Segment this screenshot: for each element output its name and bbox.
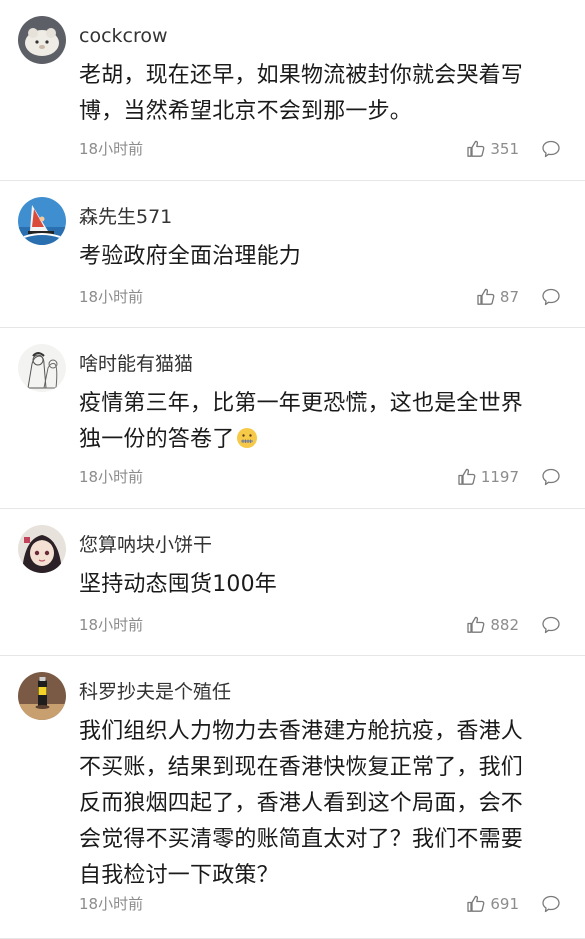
comment-actions: 87 (476, 287, 561, 307)
comment-actions: 691 (466, 894, 561, 914)
comment-item: 森先生571 考验政府全面治理能力 18小时前 87 (0, 181, 585, 328)
comment-text-line: 自我检讨一下政策？ (79, 863, 279, 888)
comment-text: 老胡，现在还早，如果物流被封你就会哭着写 博，当然希望北京不会到那一步。 (79, 58, 565, 130)
avatar[interactable] (18, 344, 66, 392)
username[interactable]: 啥时能有猫猫 (79, 352, 193, 376)
comment-item: 啥时能有猫猫 疫情第三年，比第一年更恐慌，这也是全世界 独一份的答卷了 18小时… (0, 328, 585, 509)
comment-actions: 351 (466, 139, 561, 159)
thumbs-up-icon[interactable] (476, 287, 496, 307)
timestamp: 18小时前 (79, 140, 144, 158)
thumbs-up-icon[interactable] (466, 894, 486, 914)
thumbs-up-icon[interactable] (457, 467, 477, 487)
comment-actions: 882 (466, 615, 561, 635)
comment-text-line: 老胡，现在还早，如果物流被封你就会哭着写 (79, 63, 524, 88)
timestamp: 18小时前 (79, 895, 144, 913)
comment-bubble-icon[interactable] (541, 467, 561, 487)
comment-text: 考验政府全面治理能力 (79, 239, 565, 275)
like-count: 351 (490, 140, 519, 158)
username[interactable]: 科罗抄夫是个殖任 (79, 680, 231, 704)
thumbs-up-icon[interactable] (466, 139, 486, 159)
avatar[interactable] (18, 525, 66, 573)
comment-text-line: 考验政府全面治理能力 (79, 244, 302, 269)
comment-text-line: 博，当然希望北京不会到那一步。 (79, 99, 413, 124)
comment-item: 您算呐块小饼干 坚持动态囤货100年 18小时前 882 (0, 509, 585, 656)
like-count: 882 (490, 616, 519, 634)
username[interactable]: 森先生571 (79, 205, 172, 229)
comment-text: 疫情第三年，比第一年更恐慌，这也是全世界 独一份的答卷了 (79, 386, 565, 458)
comment-bubble-icon[interactable] (541, 894, 561, 914)
timestamp: 18小时前 (79, 616, 144, 634)
comment-text-line: 疫情第三年，比第一年更恐慌，这也是全世界 (79, 391, 524, 416)
comment-text-line: 不买账，结果到现在香港快恢复正常了，我们 (79, 755, 524, 780)
like-count: 691 (490, 895, 519, 913)
avatar[interactable] (18, 16, 66, 64)
comment-actions: 1197 (457, 467, 561, 487)
avatar[interactable] (18, 197, 66, 245)
username[interactable]: 您算呐块小饼干 (79, 533, 212, 557)
username[interactable]: cockcrow (79, 24, 168, 48)
comment-item: cockcrow 老胡，现在还早，如果物流被封你就会哭着写 博，当然希望北京不会… (0, 0, 585, 181)
comment-text-line: 反而狼烟四起了，香港人看到这个局面，会不 (79, 791, 524, 816)
zipper-mouth-emoji-icon (236, 425, 258, 448)
avatar[interactable] (18, 672, 66, 720)
timestamp: 18小时前 (79, 288, 144, 306)
comment-text-line: 会觉得不买清零的账简直太对了？我们不需要 (79, 827, 524, 852)
comment-text-line: 我们组织人力物力去香港建方舱抗疫，香港人 (79, 719, 524, 744)
comment-text-line: 独一份的答卷了 (79, 422, 565, 458)
like-count: 1197 (480, 468, 519, 486)
thumbs-up-icon[interactable] (466, 615, 486, 635)
comment-text: 坚持动态囤货100年 (79, 567, 565, 603)
comment-bubble-icon[interactable] (541, 139, 561, 159)
comment-text: 我们组织人力物力去香港建方舱抗疫，香港人 不买账，结果到现在香港快恢复正常了，我… (79, 714, 565, 894)
comment-text-line: 坚持动态囤货100年 (79, 572, 277, 597)
timestamp: 18小时前 (79, 468, 144, 486)
comment-text-segment: 独一份的答卷了 (79, 427, 235, 452)
comment-item: 科罗抄夫是个殖任 我们组织人力物力去香港建方舱抗疫，香港人 不买账，结果到现在香… (0, 656, 585, 939)
like-count: 87 (499, 288, 519, 306)
comment-bubble-icon[interactable] (541, 615, 561, 635)
comment-bubble-icon[interactable] (541, 287, 561, 307)
